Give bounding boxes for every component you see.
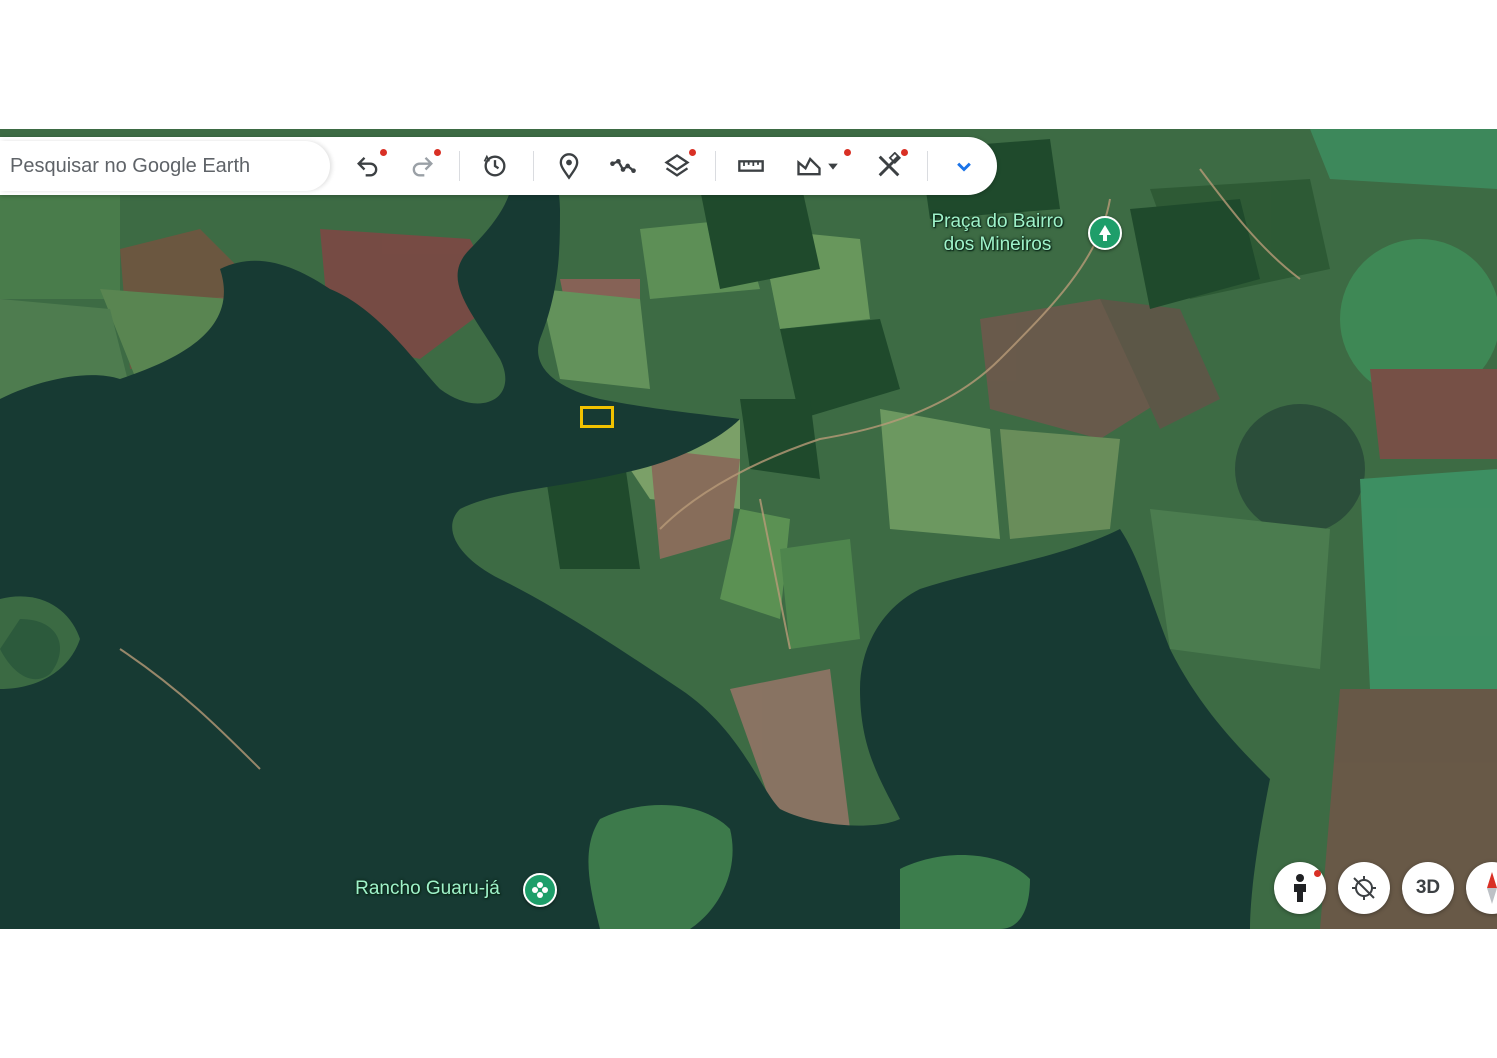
top-toolbar	[0, 137, 997, 195]
toolbar-separator	[459, 151, 460, 181]
place-label-line-2: dos Mineiros	[943, 234, 1052, 255]
toggle-3d-label: 3D	[1415, 877, 1441, 898]
tools-icon	[878, 152, 902, 177]
historical-imagery-icon	[483, 154, 506, 177]
draw-path-button[interactable]	[605, 148, 641, 184]
compass-icon	[1487, 872, 1497, 904]
place-label-name: Rancho Guaru-já	[355, 878, 500, 899]
highlighted-area-marker	[580, 406, 614, 428]
measure-button[interactable]	[733, 148, 769, 184]
redo-icon	[412, 157, 433, 177]
street-view-pegman-button[interactable]	[1274, 862, 1326, 914]
place-label-rancho-guaru-ja[interactable]: Rancho Guaru-já	[345, 877, 510, 900]
historical-imagery-button[interactable]	[477, 148, 513, 184]
map-style-icon	[797, 157, 821, 176]
layers-icon	[664, 154, 690, 177]
search-box[interactable]	[0, 141, 330, 191]
park-tree-icon[interactable]	[1088, 216, 1122, 250]
location-off-icon	[1352, 876, 1376, 900]
place-label-praca-do-bairro-dos-mineiros[interactable]: Praça do Bairro dos Mineiros	[920, 210, 1075, 256]
dropdown-triangle-icon	[828, 163, 838, 170]
undo-icon	[357, 157, 378, 177]
path-polygon-icon	[610, 159, 636, 173]
layers-button[interactable]	[659, 148, 696, 184]
chevron-down-icon	[957, 162, 971, 172]
placemark-pin-icon	[559, 153, 579, 180]
add-placemark-button[interactable]	[551, 148, 587, 184]
my-location-button[interactable]	[1338, 862, 1390, 914]
tools-button[interactable]	[871, 148, 908, 184]
place-label-line-1: Praça do Bairro	[931, 211, 1064, 232]
map-style-button[interactable]	[787, 148, 851, 184]
satellite-imagery	[0, 129, 1497, 929]
redo-button[interactable]	[404, 148, 441, 184]
undo-button[interactable]	[350, 148, 387, 184]
ruler-icon	[738, 160, 764, 172]
toolbar-separator	[927, 151, 928, 181]
satellite-map-view[interactable]	[0, 129, 1497, 929]
toolbar-separator	[533, 151, 534, 181]
pegman-icon	[1294, 874, 1306, 902]
more-options-button[interactable]	[946, 148, 982, 184]
toggle-3d-button[interactable]: 3D	[1402, 862, 1454, 914]
search-input[interactable]	[0, 153, 312, 179]
flower-icon[interactable]	[523, 873, 557, 907]
toolbar-separator	[715, 151, 716, 181]
